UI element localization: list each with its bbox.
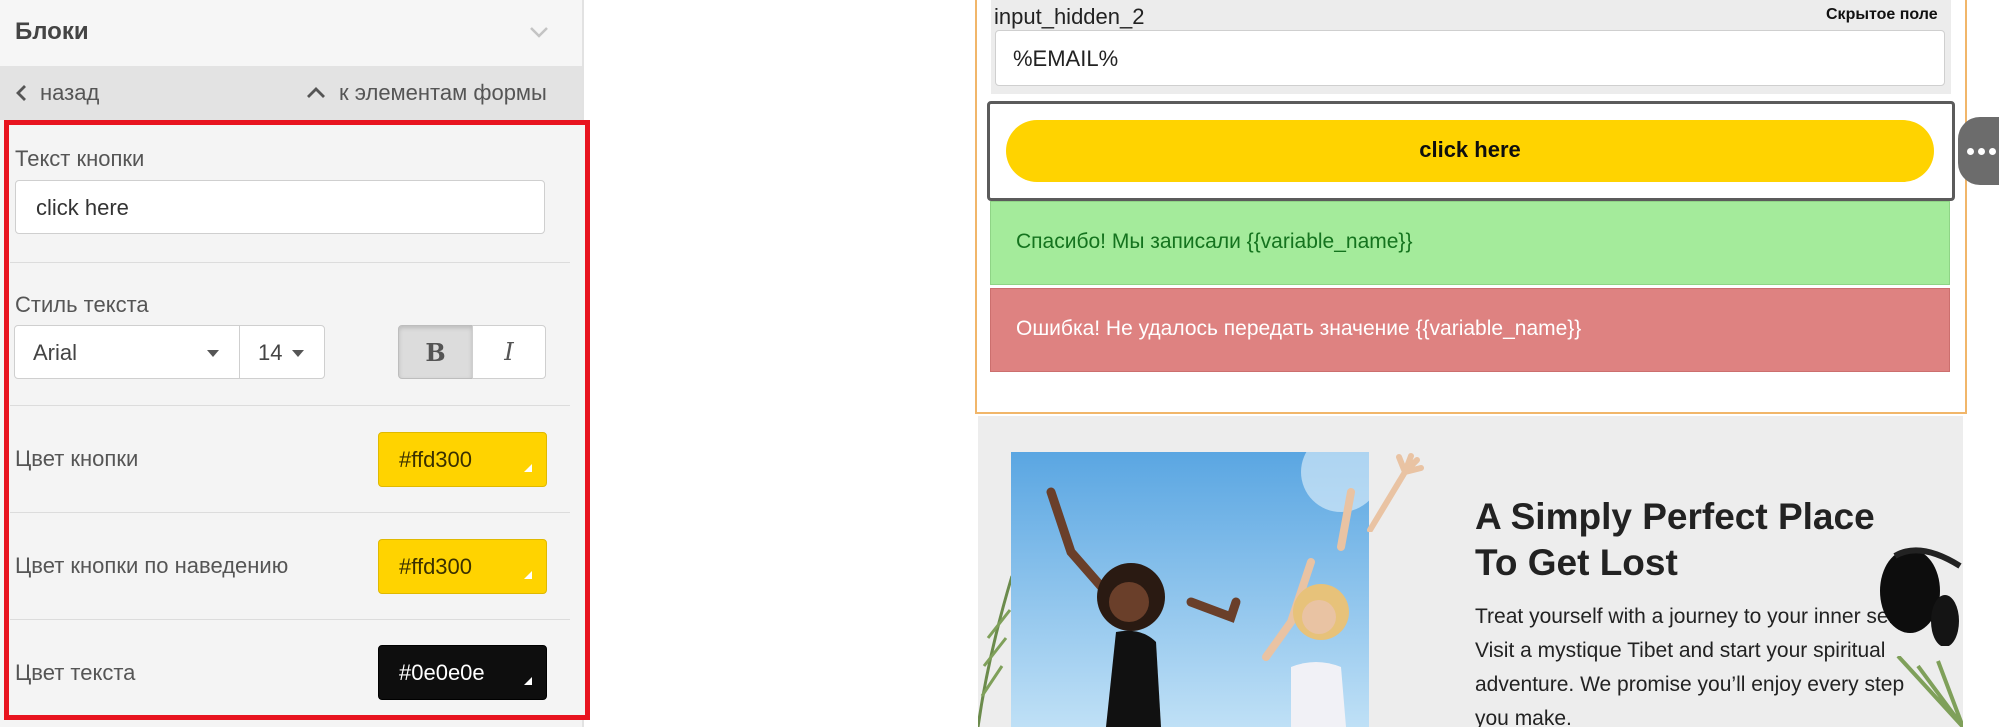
chevron-up-icon bbox=[307, 87, 325, 98]
bold-icon: B bbox=[425, 338, 446, 367]
raised-hand-icon bbox=[1367, 453, 1424, 532]
chevron-down-icon[interactable] bbox=[526, 19, 552, 45]
button-hover-color-picker[interactable]: #ffd300 bbox=[378, 539, 547, 594]
to-form-elements-label: к элементам формы bbox=[339, 80, 547, 105]
panel-nav: назад к элементам формы bbox=[0, 66, 582, 120]
sunglasses-icon bbox=[1880, 547, 1962, 646]
font-family-value: Arial bbox=[33, 340, 78, 365]
success-message: Спасибо! Мы записали {{variable_name}} bbox=[990, 201, 1950, 285]
divider bbox=[10, 619, 570, 620]
font-size-value: 14 bbox=[258, 340, 283, 365]
button-text-label: Текст кнопки bbox=[15, 146, 145, 171]
text-color-label: Цвет текста bbox=[15, 660, 136, 685]
dot bbox=[1967, 148, 1974, 155]
hero-text: Treat yourself with a journey to your in… bbox=[1475, 605, 1905, 727]
hero-photo bbox=[1011, 452, 1369, 727]
dot bbox=[1989, 148, 1996, 155]
font-size-select[interactable]: 14 bbox=[239, 325, 325, 379]
font-family-select[interactable]: Arial bbox=[14, 325, 240, 379]
hidden-field-badge: Скрытое поле bbox=[1826, 6, 1938, 23]
caret-down-icon bbox=[292, 350, 304, 357]
more-dots-icon[interactable] bbox=[1958, 117, 1999, 185]
hidden-field-name: input_hidden_2 bbox=[994, 4, 1145, 29]
button-text-value: click here bbox=[36, 195, 129, 220]
bold-toggle[interactable]: B bbox=[398, 325, 473, 379]
error-message-text: Ошибка! Не удалось передать значение {{v… bbox=[1016, 317, 1582, 340]
blocks-panel: Блоки назад к элементам формы Текст кноп… bbox=[0, 0, 590, 727]
corner-handle-icon bbox=[524, 464, 532, 472]
chevron-left-icon bbox=[16, 85, 26, 101]
button-color-label: Цвет кнопки bbox=[15, 446, 139, 471]
hidden-field-value: %EMAIL% bbox=[1013, 46, 1119, 71]
hero-title: A Simply Perfect Place To Get Lost bbox=[1475, 496, 1875, 583]
submit-button[interactable]: click here bbox=[1006, 120, 1934, 182]
corner-handle-icon bbox=[524, 571, 532, 579]
button-color-value: #ffd300 bbox=[399, 447, 473, 472]
button-text-input[interactable]: click here bbox=[15, 180, 545, 234]
divider bbox=[10, 512, 570, 513]
submit-button-label: click here bbox=[1419, 137, 1521, 162]
panel-header[interactable]: Блоки bbox=[0, 0, 582, 67]
button-hover-color-label: Цвет кнопки по наведению bbox=[15, 553, 289, 578]
divider bbox=[10, 262, 570, 263]
palm-leaf-icon bbox=[1896, 656, 1963, 727]
text-color-picker[interactable]: #0e0e0e bbox=[378, 645, 547, 700]
button-color-picker[interactable]: #ffd300 bbox=[378, 432, 547, 487]
corner-handle-icon bbox=[524, 677, 532, 685]
text-color-value: #0e0e0e bbox=[399, 660, 485, 685]
back-label: назад bbox=[40, 80, 100, 105]
to-form-elements-link[interactable]: к элементам формы bbox=[305, 80, 567, 106]
caret-down-icon bbox=[207, 350, 219, 357]
button-hover-color-value: #ffd300 bbox=[399, 554, 473, 579]
hidden-field-input[interactable]: %EMAIL% bbox=[995, 30, 1945, 86]
success-message-text: Спасибо! Мы записали {{variable_name}} bbox=[1016, 230, 1413, 253]
italic-toggle[interactable]: I bbox=[472, 325, 546, 379]
hero-section: A Simply Perfect Place To Get Lost Treat… bbox=[978, 416, 1963, 727]
error-message: Ошибка! Не удалось передать значение {{v… bbox=[990, 288, 1950, 372]
divider bbox=[10, 405, 570, 406]
italic-icon: I bbox=[504, 338, 514, 366]
text-style-label: Стиль текста bbox=[15, 292, 149, 317]
dot bbox=[1978, 148, 1985, 155]
panel-title: Блоки bbox=[15, 18, 89, 45]
